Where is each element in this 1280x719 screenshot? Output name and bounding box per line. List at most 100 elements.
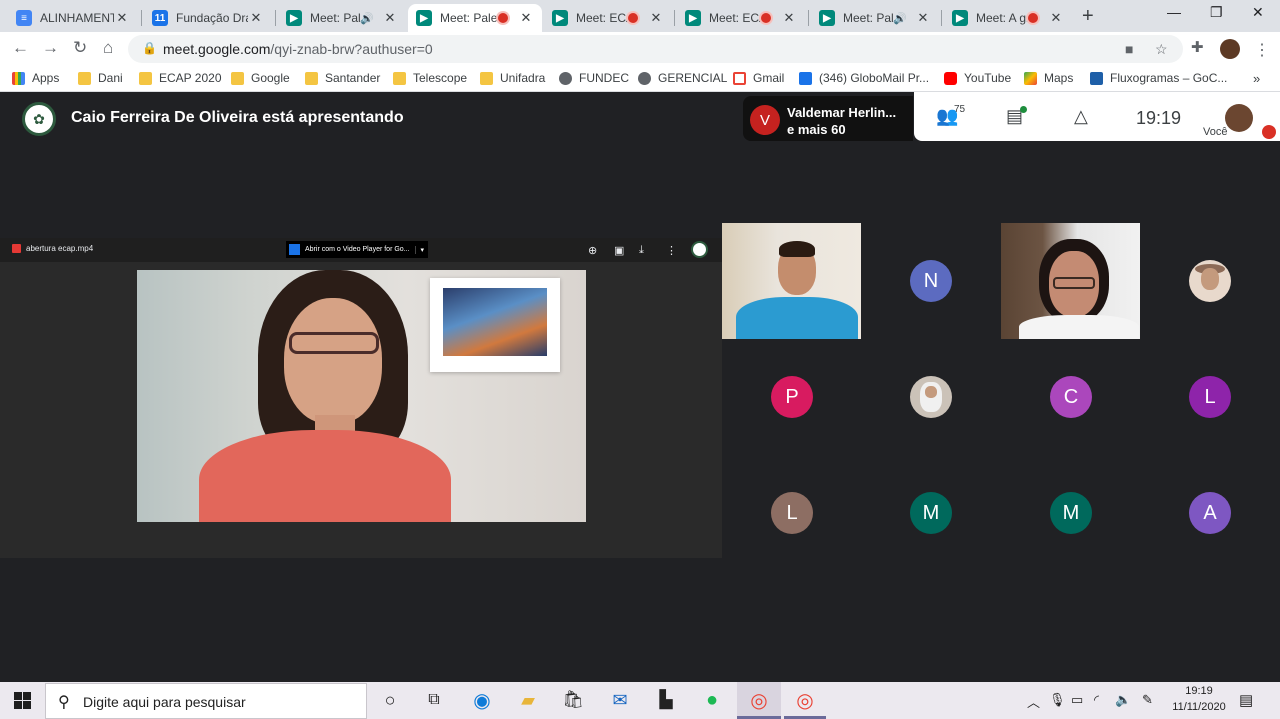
- bookmark-google[interactable]: Google: [231, 71, 290, 85]
- activities-icon[interactable]: △: [1074, 106, 1088, 127]
- taskbar-date[interactable]: 11/11/2020: [1167, 701, 1231, 713]
- file-explorer-icon[interactable]: ▰: [517, 689, 539, 711]
- download-icon[interactable]: ⤓: [639, 244, 644, 257]
- edge-icon[interactable]: ◉: [471, 689, 493, 712]
- bookmark-maps[interactable]: Maps: [1024, 71, 1073, 85]
- tab-meet-active[interactable]: ▶ Meet: Pale ✕: [408, 4, 542, 32]
- bookmark-youtube[interactable]: YouTube: [944, 71, 1011, 85]
- battery-icon[interactable]: ▭: [1071, 692, 1083, 708]
- notification-center-icon[interactable]: ▤: [1239, 691, 1253, 709]
- bookmark-apps[interactable]: Apps: [12, 71, 59, 85]
- youtube-icon: [944, 71, 957, 85]
- participant-tile[interactable]: [861, 339, 1000, 455]
- self-avatar[interactable]: [1225, 104, 1253, 132]
- restore-icon[interactable]: ❐: [1210, 4, 1223, 21]
- speaker-name: Valdemar Herlin...: [787, 105, 897, 120]
- file-name: abertura ecap.mp4: [12, 244, 93, 253]
- browser-menu-icon[interactable]: ⋮: [1254, 40, 1270, 60]
- bookmark-telescope[interactable]: Telescope: [393, 71, 467, 85]
- bookmark-unifadra[interactable]: Unifadra: [480, 71, 545, 85]
- store-icon[interactable]: 🛍: [562, 689, 584, 711]
- reload-icon[interactable]: ↻: [73, 38, 87, 58]
- audio-playing-icon[interactable]: 🔊: [893, 12, 907, 25]
- show-hidden-icons-icon[interactable]: ︿: [1027, 692, 1040, 711]
- close-tab-icon[interactable]: ✕: [382, 10, 398, 26]
- open-with-label: Abrir com o Video Player for Go...: [305, 246, 410, 253]
- chevron-down-icon[interactable]: ▾: [415, 245, 428, 254]
- sticky-notes-icon[interactable]: ▙: [655, 689, 677, 711]
- bookmark-dani[interactable]: Dani: [78, 71, 123, 85]
- bookmark-gerencial[interactable]: GERENCIAL: [638, 71, 727, 85]
- more-options-icon[interactable]: ⋮: [666, 244, 677, 257]
- participant-tile[interactable]: L: [1140, 339, 1279, 455]
- lock-icon[interactable]: 🔒: [142, 41, 157, 55]
- participant-tile[interactable]: L: [722, 455, 861, 571]
- url-text[interactable]: meet.google.com/qyi-znab-brw?authuser=0: [163, 41, 433, 57]
- chrome-profile-icon[interactable]: ◎: [794, 689, 816, 712]
- pen-icon[interactable]: ✎: [1142, 692, 1153, 708]
- close-tab-icon[interactable]: ✕: [781, 10, 797, 26]
- bookmark-fundec[interactable]: FUNDEC: [559, 71, 629, 85]
- bookmark-ecap[interactable]: ECAP 2020: [139, 71, 222, 85]
- new-tab-button[interactable]: +: [1082, 5, 1094, 28]
- chrome-icon[interactable]: ◎: [748, 689, 770, 712]
- address-bar[interactable]: 🔒 meet.google.com/qyi-znab-brw?authuser=…: [128, 35, 1183, 63]
- cortana-icon[interactable]: ○: [379, 689, 401, 711]
- audio-playing-icon[interactable]: 🔊: [360, 12, 374, 25]
- home-icon[interactable]: ⌂: [103, 38, 113, 58]
- profile-avatar[interactable]: [1220, 39, 1240, 59]
- tab-meet-eca-2[interactable]: ▶ Meet: ECA ✕: [677, 4, 805, 32]
- tab-meet-a-gr[interactable]: ▶ Meet: A gr ✕: [944, 4, 1072, 32]
- forward-icon[interactable]: →: [42, 38, 59, 58]
- tab-meet-1[interactable]: ▶ Meet: Pale 🔊 ✕: [278, 4, 406, 32]
- active-speaker-chip[interactable]: V Valdemar Herlin... e mais 60: [743, 96, 913, 141]
- camera-icon[interactable]: ■: [1125, 41, 1133, 57]
- minimize-icon[interactable]: —: [1167, 4, 1181, 20]
- wifi-icon[interactable]: ◜: [1094, 692, 1099, 708]
- participant-tile[interactable]: N: [861, 223, 1000, 339]
- windows-start-icon[interactable]: [14, 692, 31, 709]
- participant-tile[interactable]: [1001, 223, 1140, 339]
- participant-tile[interactable]: [1140, 223, 1279, 339]
- participant-tile[interactable]: M: [861, 455, 1000, 571]
- microphone-icon[interactable]: 🎙: [1049, 692, 1066, 708]
- back-icon[interactable]: ←: [12, 38, 29, 58]
- tab-alinhamento[interactable]: ≡ ALINHAMENTO ✕: [8, 4, 138, 32]
- participant-tile[interactable]: P: [722, 339, 861, 455]
- add-to-drive-icon[interactable]: ⊕: [588, 244, 597, 257]
- google-calendar-icon: 11: [152, 10, 168, 26]
- participant-tile[interactable]: A: [1140, 455, 1279, 571]
- participant-initial: P: [771, 376, 813, 418]
- participant-tile[interactable]: M: [1001, 455, 1140, 571]
- tab-fundacao[interactable]: 11 Fundação Dra ✕: [144, 4, 272, 32]
- close-tab-icon[interactable]: ✕: [1048, 10, 1064, 26]
- close-tab-icon[interactable]: ✕: [114, 10, 130, 26]
- bookmark-gmail[interactable]: Gmail: [733, 71, 784, 85]
- volume-icon[interactable]: 🔈: [1115, 692, 1131, 708]
- tab-meet-eca-1[interactable]: ▶ Meet: ECA ✕: [544, 4, 672, 32]
- comment-icon[interactable]: ▣: [614, 244, 624, 257]
- taskbar-time[interactable]: 19:19: [1172, 685, 1226, 697]
- mail-icon[interactable]: ✉: [609, 689, 631, 711]
- bookmark-star-icon[interactable]: ☆: [1155, 41, 1168, 58]
- participant-tile[interactable]: [722, 223, 861, 339]
- spotify-icon[interactable]: ●: [701, 689, 723, 711]
- drive-user-avatar[interactable]: [691, 241, 708, 258]
- close-tab-icon[interactable]: ✕: [648, 10, 664, 26]
- close-window-icon[interactable]: ✕: [1252, 4, 1264, 21]
- participant-tile[interactable]: C: [1001, 339, 1140, 455]
- bookmark-fluxogramas[interactable]: Fluxogramas – GoC...: [1090, 71, 1227, 85]
- close-tab-icon[interactable]: ✕: [248, 10, 264, 26]
- taskbar-search-input[interactable]: ⚲ Digite aqui para pesquisar: [45, 683, 367, 719]
- bookmark-santander[interactable]: Santander: [305, 71, 380, 85]
- more-bookmarks-icon[interactable]: »: [1253, 71, 1260, 86]
- task-view-icon[interactable]: ⧉: [423, 689, 445, 711]
- tab-meet-pale-2[interactable]: ▶ Meet: Pale 🔊 ✕: [811, 4, 939, 32]
- video-content[interactable]: [137, 270, 586, 522]
- close-tab-icon[interactable]: ✕: [518, 10, 534, 26]
- extensions-icon[interactable]: ✚: [1191, 38, 1204, 56]
- bookmark-globomail[interactable]: (346) GloboMail Pr...: [799, 71, 929, 85]
- open-with-button[interactable]: Abrir com o Video Player for Go... ▾: [286, 241, 428, 258]
- close-tab-icon[interactable]: ✕: [915, 10, 931, 26]
- participant-video: [1001, 223, 1140, 339]
